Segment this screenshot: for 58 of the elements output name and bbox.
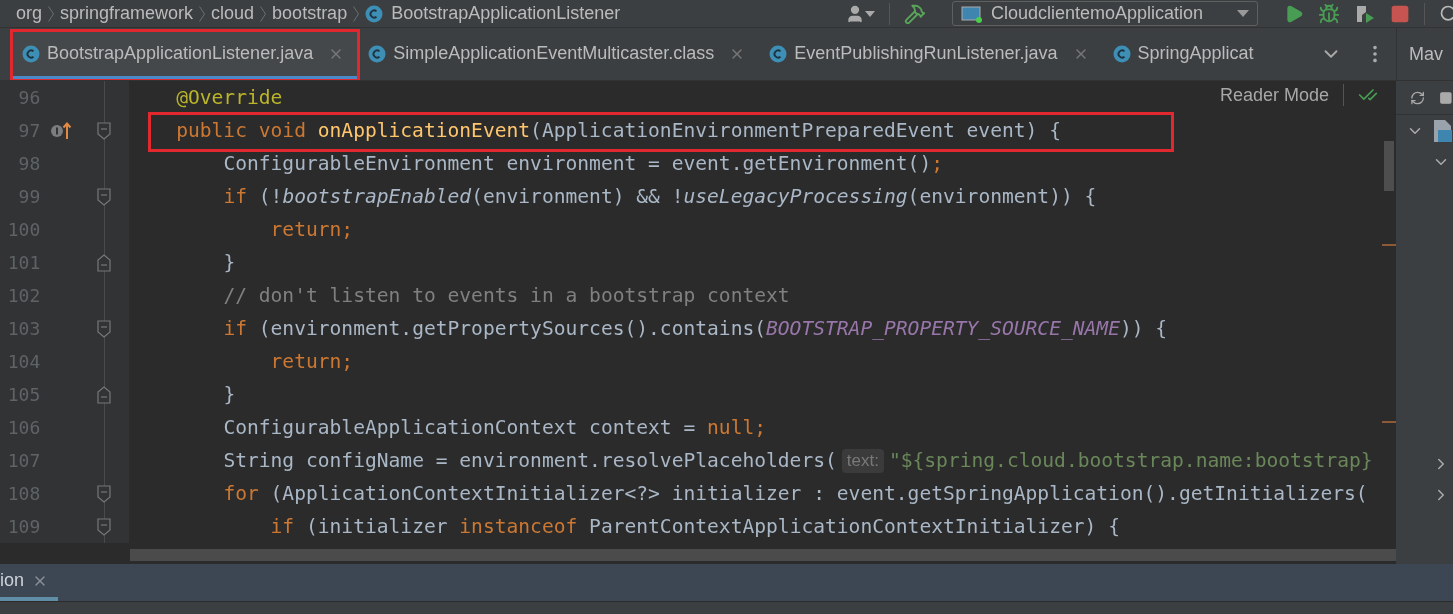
fold-icon[interactable] xyxy=(97,484,112,503)
window-icon xyxy=(961,3,983,24)
code-line: public void onApplicationEvent(ApplicationEnvironmentPreparedEvent event) { xyxy=(176,118,1061,144)
fold-icon[interactable] xyxy=(97,187,112,206)
search-icon[interactable] xyxy=(1439,3,1453,24)
fold-icon[interactable] xyxy=(97,319,112,338)
run-configuration-dropdown[interactable]: CloudclientemoApplication xyxy=(952,1,1258,26)
code-line: ConfigurableApplicationContext context = null; xyxy=(223,415,767,441)
caret-icon xyxy=(865,10,875,17)
chevron-right-icon xyxy=(353,5,360,22)
fold-icon[interactable] xyxy=(97,517,112,536)
breadcrumb-item[interactable]: org xyxy=(16,3,42,24)
editor-tab[interactable]: SpringApplicat xyxy=(1102,31,1268,80)
caret-icon xyxy=(1237,10,1249,17)
panel-title[interactable]: Mav xyxy=(1409,43,1443,65)
editor-tab[interactable]: SimpleApplicationEventMulticaster.class xyxy=(358,31,760,80)
breadcrumb-item[interactable]: BootstrapApplicationListener xyxy=(391,3,621,24)
fold-icon[interactable] xyxy=(97,121,112,140)
class-icon xyxy=(1112,44,1131,63)
code-line: // don't listen to events in a bootstrap context xyxy=(223,283,790,309)
parameter-hint: text: xyxy=(841,448,884,473)
code-line: return; xyxy=(270,349,354,375)
fold-icon[interactable] xyxy=(97,253,112,272)
hammer-icon[interactable] xyxy=(904,2,926,25)
horizontal-scrollbar[interactable] xyxy=(130,549,1396,561)
class-icon xyxy=(368,44,387,63)
stop-icon[interactable] xyxy=(1390,3,1410,24)
chevron-right-icon xyxy=(260,5,267,22)
code-line: if (environment.getPropertySources().contains(BOOTSTRAP_PROPERTY_SOURCE_NAME)) { xyxy=(223,316,1168,342)
debug-icon[interactable] xyxy=(1318,2,1340,25)
scrollbar-thumb[interactable] xyxy=(1384,141,1394,191)
chevron-right-icon xyxy=(199,5,206,22)
breadcrumb-item[interactable]: bootstrap xyxy=(272,3,348,24)
code-line: "${spring.cloud.bootstrap.name:bootstrap} xyxy=(888,448,1373,474)
class-icon xyxy=(365,4,384,23)
fold-icon[interactable] xyxy=(97,385,112,404)
implements-icon[interactable] xyxy=(50,120,73,141)
code-line: return; xyxy=(270,217,354,243)
reader-mode-button[interactable]: Reader Mode xyxy=(1219,84,1329,106)
run-icon[interactable] xyxy=(1284,3,1304,24)
code-line: for (ApplicationContextInitializer<?> initializer : event.getSpringApplication().getInitializers( xyxy=(223,481,1368,507)
code-line: String configName = environment.resolvePlaceholders( xyxy=(223,448,837,474)
editor-tab[interactable]: EventPublishingRunListener.java xyxy=(759,31,1103,80)
code-line: if (initializer instanceof ParentContextApplicationContextInitializer) { xyxy=(270,514,1120,540)
class-icon xyxy=(769,44,788,63)
breadcrumb-item[interactable]: springframework xyxy=(60,3,194,24)
user-menu-button[interactable] xyxy=(845,3,875,24)
code-line: @Override xyxy=(176,85,283,111)
code-line: ConfigurableEnvironment environment = event.getEnvironment(); xyxy=(223,151,943,177)
code-line: if (!bootstrapEnabled(environment) && !useLegacyProcessing(environment)) { xyxy=(223,184,1097,210)
editor-tab[interactable]: BootstrapApplicationListener.java xyxy=(12,31,359,80)
code-line: } xyxy=(223,250,236,276)
class-icon xyxy=(22,44,40,63)
user-icon xyxy=(845,3,865,24)
maven-file-icon xyxy=(1432,118,1452,143)
chevron-right-icon xyxy=(48,5,54,22)
breadcrumb-item[interactable]: cloud xyxy=(211,3,255,24)
code-line: } xyxy=(223,382,236,408)
